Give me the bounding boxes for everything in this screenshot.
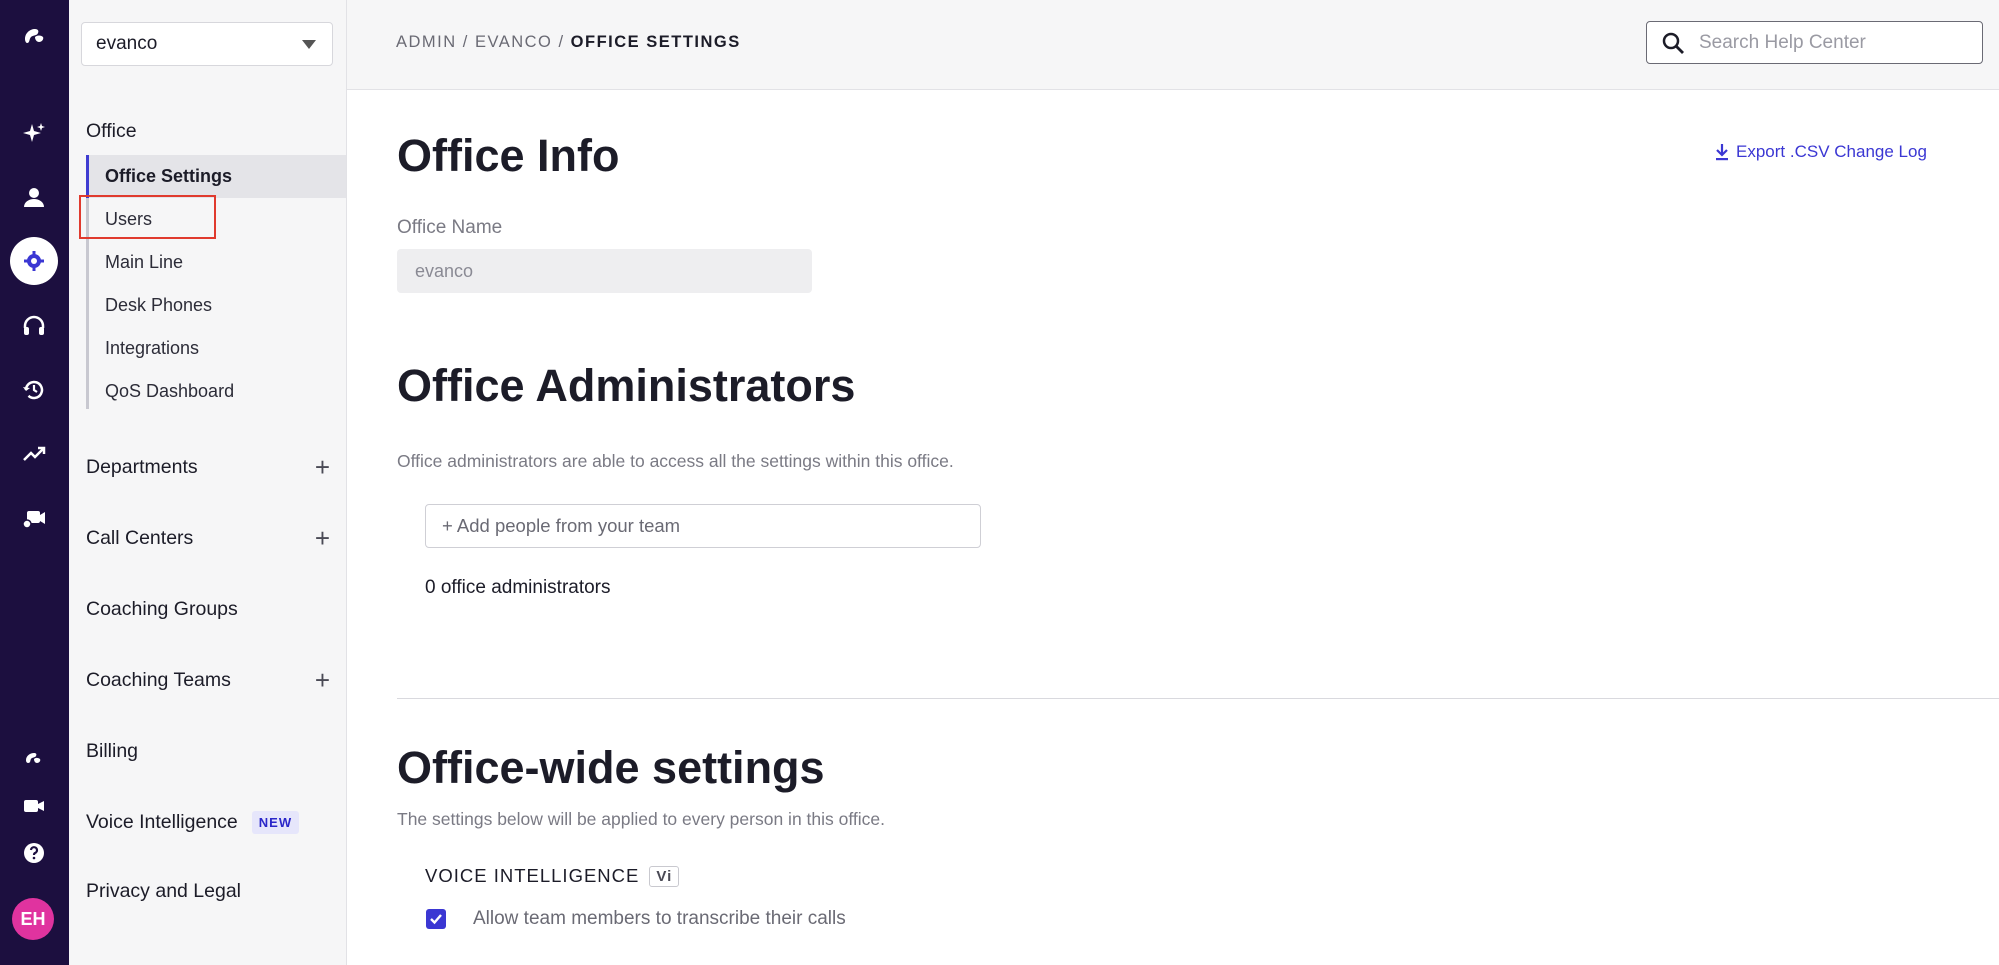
office-subnav: Office Settings Users Main Line Desk Pho…	[86, 155, 346, 409]
section-divider	[397, 698, 1999, 699]
search-box[interactable]	[1646, 21, 1983, 64]
sidebar-item-coaching-teams[interactable]: Coaching Teams +	[86, 665, 330, 695]
sidebar-item-qos-dashboard[interactable]: QoS Dashboard	[86, 370, 346, 413]
headset-icon[interactable]	[10, 302, 58, 350]
sidebar-item-call-centers[interactable]: Call Centers +	[86, 523, 330, 553]
sidebar-item-label: Coaching Groups	[86, 597, 238, 620]
video-settings-icon[interactable]	[10, 494, 58, 542]
sidebar-item-desk-phones[interactable]: Desk Phones	[86, 284, 346, 327]
add-people-input[interactable]: + Add people from your team	[425, 504, 981, 548]
org-select-value: evanco	[96, 33, 158, 54]
office-admins-title: Office Administrators	[397, 360, 856, 411]
sidebar: evanco Office Office Settings Users Main…	[69, 0, 347, 965]
top-bar: ADMIN / EVANCO / OFFICE SETTINGS	[347, 0, 1999, 90]
sidebar-item-label: Billing	[86, 739, 139, 762]
transcribe-setting[interactable]: Allow team members to transcribe their c…	[426, 908, 846, 930]
breadcrumb-separator: /	[552, 33, 571, 51]
export-csv-link[interactable]: Export .CSV Change Log	[1714, 142, 1927, 162]
sidebar-item-billing[interactable]: Billing	[86, 736, 330, 766]
transcribe-label: Allow team members to transcribe their c…	[473, 908, 846, 929]
dialpad-logo-icon[interactable]	[10, 734, 58, 782]
office-wide-help: The settings below will be applied to ev…	[397, 809, 886, 829]
add-coaching-team-icon[interactable]: +	[315, 667, 330, 693]
search-icon	[1662, 32, 1684, 54]
sidebar-item-departments[interactable]: Departments +	[86, 452, 330, 482]
checkmark-icon	[430, 914, 442, 925]
person-icon[interactable]	[10, 174, 58, 222]
office-name-label: Office Name	[397, 217, 503, 238]
add-call-center-icon[interactable]: +	[315, 525, 330, 551]
sidebar-item-main-line[interactable]: Main Line	[86, 241, 346, 284]
trend-chart-icon[interactable]	[10, 430, 58, 478]
breadcrumb: ADMIN / EVANCO / OFFICE SETTINGS	[396, 33, 741, 52]
admins-count: 0 office administrators	[425, 577, 611, 598]
sidebar-item-label: Privacy and Legal	[86, 879, 242, 902]
sidebar-item-voice-intelligence[interactable]: Voice Intelligence NEW	[86, 807, 330, 837]
add-department-icon[interactable]: +	[315, 454, 330, 480]
breadcrumb-admin[interactable]: ADMIN	[396, 33, 457, 51]
sidebar-heading-office[interactable]: Office	[86, 120, 137, 143]
office-wide-title: Office-wide settings	[397, 742, 825, 793]
ai-sparkle-icon[interactable]	[10, 110, 58, 158]
breadcrumb-evanco[interactable]: EVANCO	[475, 33, 552, 51]
sidebar-item-privacy-legal[interactable]: Privacy and Legal	[86, 876, 330, 906]
history-icon[interactable]	[10, 366, 58, 414]
download-icon	[1716, 144, 1728, 161]
subnav-active-indicator	[86, 155, 89, 198]
app-window: EH evanco Office Office Settings Users M…	[0, 0, 1999, 965]
sidebar-item-office-settings[interactable]: Office Settings	[86, 155, 346, 198]
breadcrumb-separator: /	[456, 33, 475, 51]
new-badge: NEW	[251, 810, 300, 834]
help-icon[interactable]	[10, 829, 58, 877]
org-select[interactable]: evanco	[81, 22, 333, 66]
avatar[interactable]: EH	[12, 898, 54, 940]
chevron-down-icon	[302, 40, 316, 49]
voice-intelligence-text: VOICE INTELLIGENCE	[425, 865, 640, 886]
export-csv-label: Export .CSV Change Log	[1736, 142, 1927, 161]
video-camera-icon[interactable]	[10, 782, 58, 830]
users-highlight-box	[79, 195, 216, 239]
sidebar-item-label: Call Centers	[86, 526, 194, 549]
office-info-title: Office Info	[397, 130, 620, 181]
transcribe-checkbox[interactable]	[426, 909, 446, 929]
logo-icon[interactable]	[10, 12, 58, 60]
vi-tag: Vi	[649, 865, 680, 887]
sidebar-item-label: Voice Intelligence	[86, 810, 238, 833]
voice-intelligence-label: VOICE INTELLIGENCE Vi	[425, 865, 680, 887]
sidebar-item-integrations[interactable]: Integrations	[86, 327, 346, 370]
sidebar-item-coaching-groups[interactable]: Coaching Groups	[86, 594, 330, 624]
settings-gear-icon[interactable]	[10, 237, 58, 285]
office-admins-help: Office administrators are able to access…	[397, 451, 954, 471]
search-input[interactable]	[1697, 30, 1971, 55]
office-name-field: evanco	[397, 249, 812, 293]
icon-rail: EH	[0, 0, 69, 965]
breadcrumb-current: OFFICE SETTINGS	[570, 33, 741, 51]
main-content: Office Info Export .CSV Change Log Offic…	[347, 90, 1999, 965]
sidebar-item-label: Coaching Teams	[86, 668, 231, 691]
sidebar-item-label: Departments	[86, 455, 198, 478]
